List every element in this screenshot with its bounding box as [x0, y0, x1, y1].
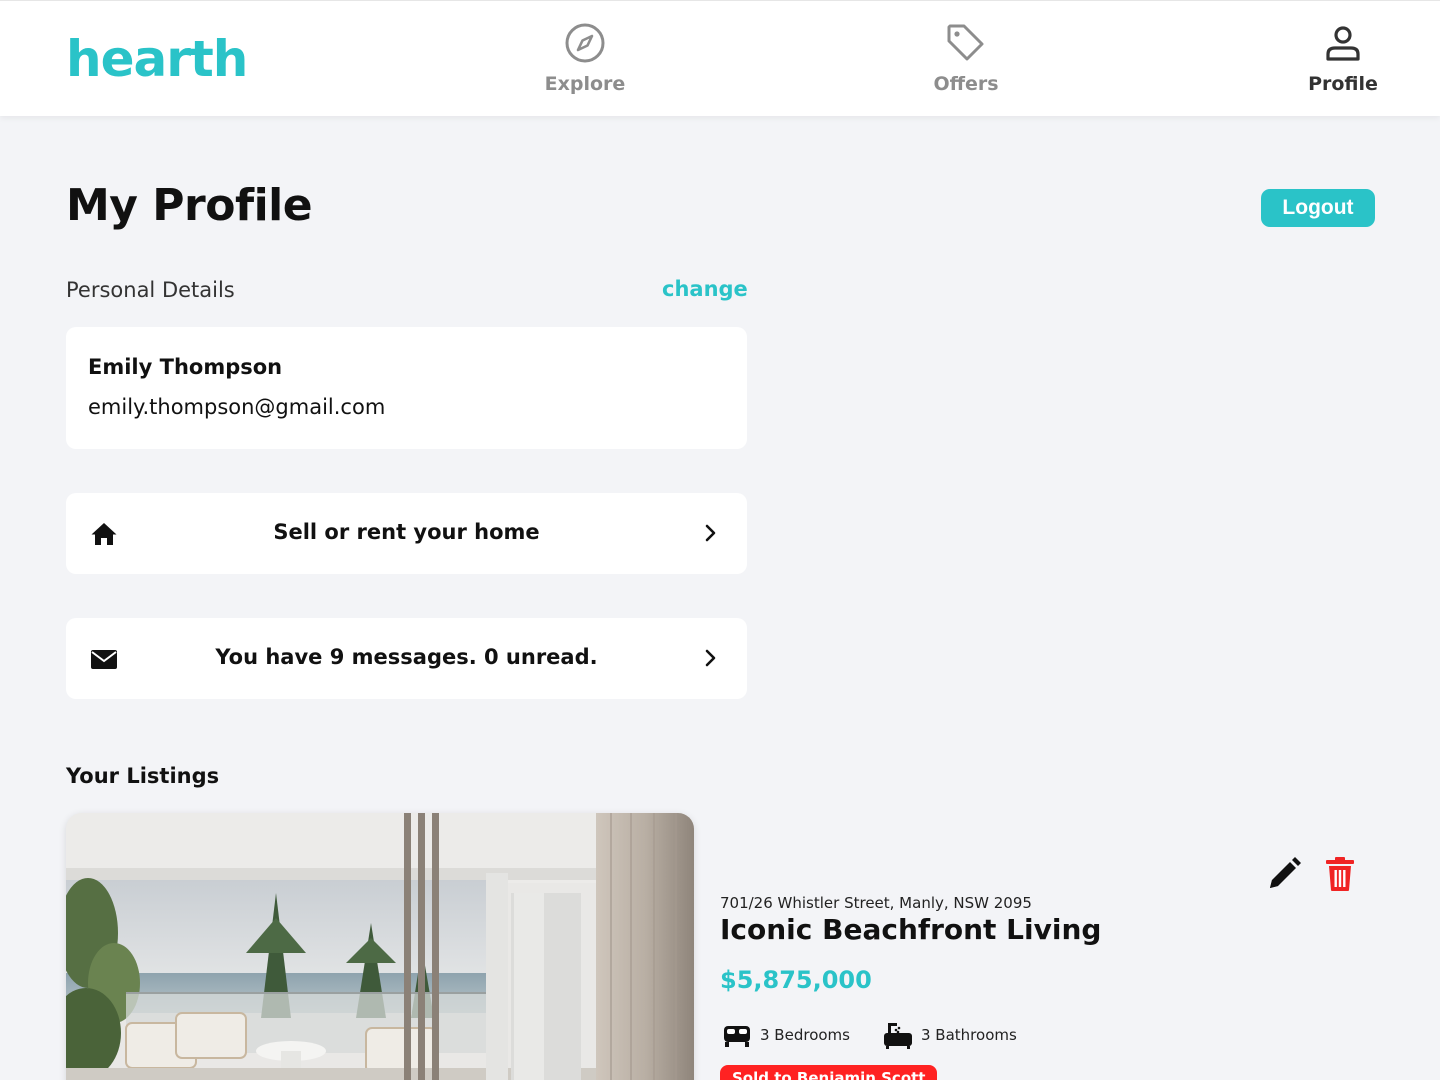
tag-icon: [947, 24, 984, 61]
personal-details-card: Emily Thompson emily.thompson@gmail.com: [66, 327, 747, 449]
chevron-right-icon: [705, 524, 716, 542]
sell-or-rent-button[interactable]: Sell or rent your home: [66, 493, 747, 574]
beachfront-balcony-photo: [66, 813, 694, 1080]
chevron-right-icon: [705, 649, 716, 667]
nav-item-explore[interactable]: Explore: [525, 21, 645, 95]
delete-listing-button[interactable]: [1324, 856, 1356, 892]
bathrooms-label: 3 Bathrooms: [921, 1026, 1017, 1044]
nav-item-offers[interactable]: Offers: [906, 21, 1026, 95]
listing-price: $5,875,000: [720, 966, 872, 994]
page-title: My Profile: [66, 180, 313, 231]
messages-label: You have 9 messages. 0 unread.: [215, 645, 598, 669]
your-listings-label: Your Listings: [66, 764, 220, 788]
user-name: Emily Thompson: [88, 355, 283, 379]
listing-photo[interactable]: [66, 813, 694, 1080]
nav-item-profile[interactable]: Profile: [1283, 21, 1403, 95]
bedrooms-label: 3 Bedrooms: [760, 1026, 850, 1044]
brand-logo[interactable]: hearth: [66, 31, 248, 87]
listing-title[interactable]: Iconic Beachfront Living: [720, 913, 1101, 946]
nav-label-explore: Explore: [544, 73, 626, 95]
change-details-link[interactable]: change: [662, 277, 748, 301]
user-icon: [1326, 26, 1360, 61]
user-email: emily.thompson@gmail.com: [88, 395, 386, 419]
messages-button[interactable]: You have 9 messages. 0 unread.: [66, 618, 747, 699]
personal-details-label: Personal Details: [66, 278, 235, 302]
top-navigation-bar: hearth Explore Offers Profile: [0, 0, 1440, 116]
compass-icon: [565, 23, 605, 63]
nav-label-profile: Profile: [1308, 73, 1378, 95]
sell-or-rent-label: Sell or rent your home: [273, 520, 540, 544]
logout-button[interactable]: Logout: [1261, 189, 1375, 227]
pencil-icon: [1270, 857, 1301, 888]
listing-address: 701/26 Whistler Street, Manly, NSW 2095: [720, 894, 1032, 912]
bed-icon: [724, 1026, 750, 1047]
trash-icon: [1326, 857, 1354, 891]
sold-status-badge: Sold to Benjamin Scott: [720, 1065, 938, 1080]
edit-listing-button[interactable]: [1266, 856, 1302, 892]
nav-label-offers: Offers: [933, 73, 999, 95]
bathtub-icon: [884, 1023, 912, 1049]
